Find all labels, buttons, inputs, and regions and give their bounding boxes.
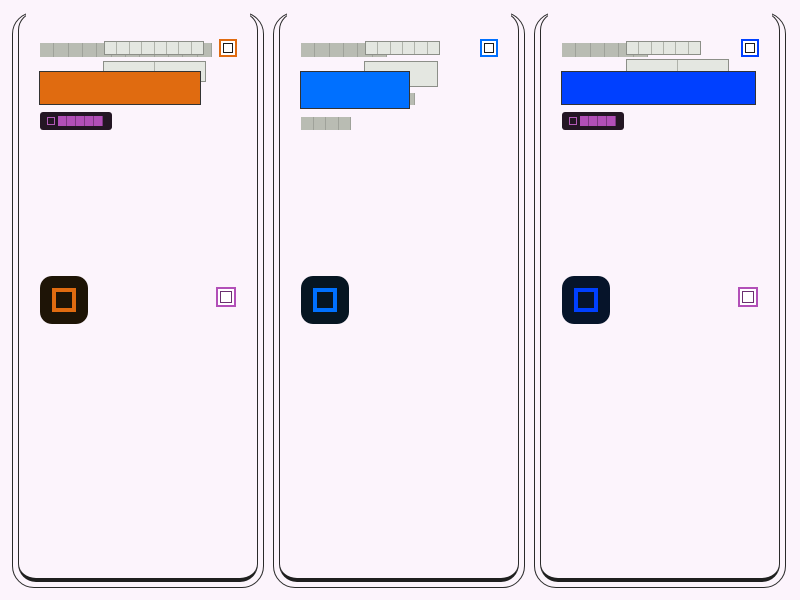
panel-frame-gap bbox=[26, 10, 250, 36]
square-glyph bbox=[313, 288, 337, 312]
panel-2 bbox=[273, 10, 525, 588]
panel-frame-gap bbox=[548, 10, 772, 36]
square-outline-icon[interactable] bbox=[40, 276, 88, 324]
secondary-checkbox[interactable] bbox=[216, 287, 236, 307]
progress-pill-fill bbox=[58, 116, 103, 126]
subtitle-placeholder bbox=[104, 41, 204, 55]
app-stage bbox=[0, 0, 800, 600]
subtitle-placeholder bbox=[626, 41, 701, 55]
subtitle-placeholder bbox=[365, 41, 440, 55]
primary-action-button[interactable] bbox=[561, 71, 756, 105]
primary-action-button[interactable] bbox=[300, 71, 410, 109]
square-glyph bbox=[574, 288, 598, 312]
secondary-checkbox[interactable] bbox=[738, 287, 758, 307]
accent-checkbox[interactable] bbox=[741, 39, 759, 57]
progress-pill-fill bbox=[580, 116, 616, 126]
square-outline-icon[interactable] bbox=[562, 276, 610, 324]
accent-checkbox[interactable] bbox=[219, 39, 237, 57]
progress-pill bbox=[562, 112, 624, 130]
square-outline-icon[interactable] bbox=[301, 276, 349, 324]
panel-frame-gap bbox=[287, 10, 511, 36]
primary-action-button[interactable] bbox=[39, 71, 201, 105]
progress-pill-icon bbox=[47, 117, 55, 125]
accent-checkbox[interactable] bbox=[480, 39, 498, 57]
caption-placeholder bbox=[301, 117, 351, 130]
progress-pill-icon bbox=[569, 117, 577, 125]
square-glyph bbox=[52, 288, 76, 312]
progress-pill bbox=[40, 112, 112, 130]
panel-1 bbox=[12, 10, 264, 588]
panel-3 bbox=[534, 10, 786, 588]
